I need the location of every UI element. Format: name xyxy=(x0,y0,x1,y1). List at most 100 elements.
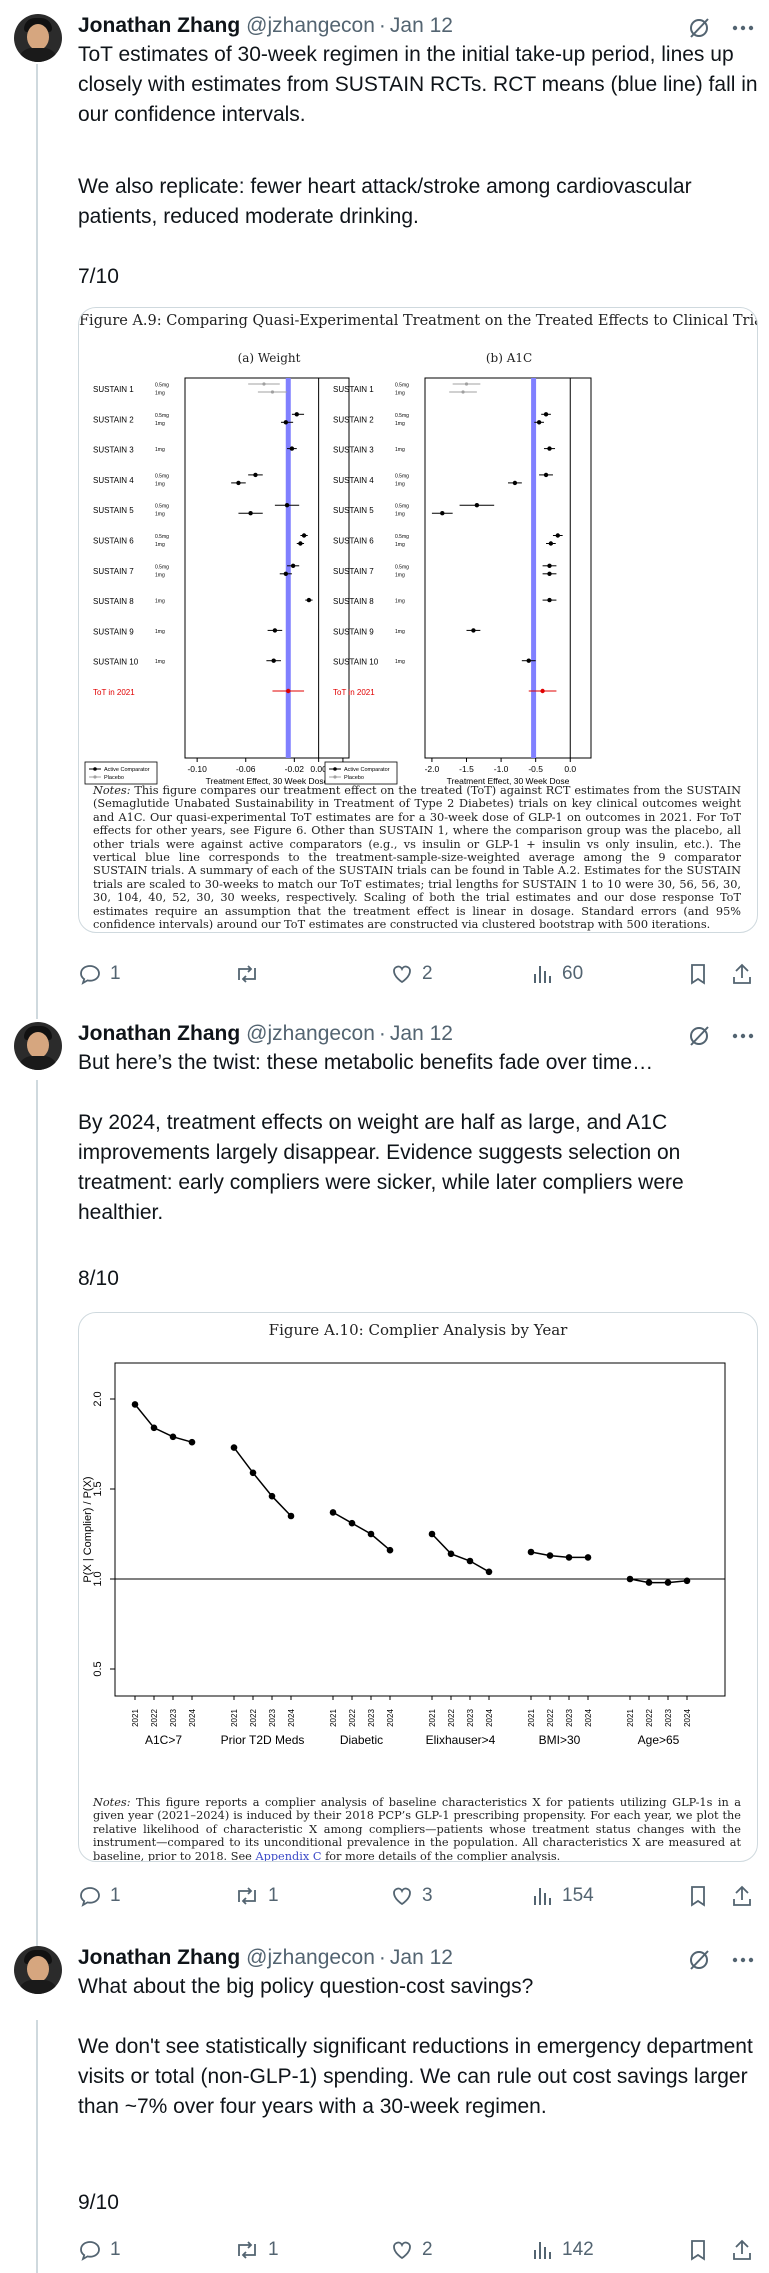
x-tick-label: 2021 xyxy=(230,1709,239,1727)
reply-button[interactable]: 1 xyxy=(78,2236,121,2264)
share-button[interactable] xyxy=(730,960,754,988)
avatar[interactable] xyxy=(14,1022,62,1070)
estimate-point xyxy=(271,658,276,663)
x-tick-label: 2022 xyxy=(546,1709,555,1727)
timestamp[interactable]: Jan 12 xyxy=(390,14,453,38)
like-button[interactable]: 2 xyxy=(390,2236,433,2264)
notes-text: This figure compares our treatment effec… xyxy=(93,784,741,932)
x-tick-label: -0.10 xyxy=(187,764,207,774)
dose-label: 1mg xyxy=(155,421,165,427)
estimate-point xyxy=(298,541,303,546)
estimate-point xyxy=(253,472,258,478)
author-handle[interactable]: @jzhangecon xyxy=(246,1946,375,1970)
row-label: ToT in 2021 xyxy=(333,688,375,697)
data-point xyxy=(664,1579,672,1586)
dose-label: 1mg xyxy=(155,572,165,578)
share-button[interactable] xyxy=(730,2236,754,2264)
share-button[interactable] xyxy=(730,1882,754,1910)
author-handle[interactable]: @jzhangecon xyxy=(246,1022,375,1046)
figure-a9-image[interactable]: Figure A.9: Comparing Quasi-Experimental… xyxy=(78,307,758,933)
avatar[interactable] xyxy=(14,1946,62,1994)
reply-button[interactable]: 1 xyxy=(78,960,121,988)
repost-button[interactable]: 1 xyxy=(234,1882,279,1910)
legend-label: Placebo xyxy=(104,775,124,781)
bookmark-button[interactable] xyxy=(687,1882,709,1910)
legend-marker-active xyxy=(93,767,97,771)
estimate-point xyxy=(236,480,241,486)
dose-label: 1mg xyxy=(395,421,405,427)
estimate-point xyxy=(294,412,299,417)
dose-label: 1mg xyxy=(395,391,405,397)
row-label: SUSTAIN 8 xyxy=(93,597,134,606)
like-button[interactable]: 3 xyxy=(390,1882,433,1910)
bookmark-button[interactable] xyxy=(687,960,709,988)
thread-counter: 7/10 xyxy=(78,265,119,288)
figure-title: Figure A.10: Complier Analysis by Year xyxy=(268,1321,568,1339)
tweet[interactable]: Jonathan Zhang @jzhangecon · Jan 12 ToT … xyxy=(0,14,769,994)
repost-count: 1 xyxy=(268,2239,279,2260)
row-label: SUSTAIN 7 xyxy=(93,567,134,576)
x-tick-label: 2021 xyxy=(131,1709,140,1727)
figure-a10-image[interactable]: Figure A.10: Complier Analysis by Year 0… xyxy=(78,1312,758,1862)
views-button[interactable]: 142 xyxy=(532,2236,594,2264)
row-label: SUSTAIN 1 xyxy=(333,385,374,394)
legend-label: Active Comparator xyxy=(344,767,390,773)
x-tick-label: 2023 xyxy=(367,1709,376,1727)
author-handle[interactable]: @jzhangecon xyxy=(246,14,375,38)
action-bar: 1 1 3 154 xyxy=(78,1882,758,1910)
rct-mean-line xyxy=(285,378,291,758)
timestamp[interactable]: Jan 12 xyxy=(390,1022,453,1046)
reply-button[interactable]: 1 xyxy=(78,1882,121,1910)
author-name[interactable]: Jonathan Zhang xyxy=(78,1022,240,1046)
like-button[interactable]: 2 xyxy=(390,960,433,988)
estimate-point xyxy=(540,688,545,694)
timestamp[interactable]: Jan 12 xyxy=(390,1946,453,1970)
tweet-text: We don't see statistically significant r… xyxy=(78,2035,759,2118)
bookmark-icon xyxy=(687,962,709,986)
data-point xyxy=(150,1424,158,1432)
plot-frame xyxy=(184,377,350,759)
x-tick-label: -1.0 xyxy=(494,764,509,774)
tweet[interactable]: Jonathan Zhang @jzhangecon · Jan 12 What… xyxy=(0,1946,769,2273)
views-icon xyxy=(532,962,554,986)
author-name[interactable]: Jonathan Zhang xyxy=(78,1946,240,1970)
group-label: A1C>7 xyxy=(145,1733,182,1747)
repost-button[interactable]: 1 xyxy=(234,2236,279,2264)
share-icon xyxy=(730,2238,754,2262)
author-name[interactable]: Jonathan Zhang xyxy=(78,14,240,38)
group-label: Diabetic xyxy=(340,1733,383,1747)
share-icon xyxy=(730,962,754,986)
tweet[interactable]: Jonathan Zhang @jzhangecon · Jan 12 But … xyxy=(0,1022,769,1922)
dose-label: 0.5mg xyxy=(155,564,169,570)
series-line xyxy=(134,1403,193,1443)
views-button[interactable]: 154 xyxy=(532,1882,594,1910)
bookmark-icon xyxy=(687,1884,709,1908)
dose-label: 1mg xyxy=(395,512,405,518)
estimate-point xyxy=(547,571,552,576)
avatar[interactable] xyxy=(14,14,62,62)
appendix-link[interactable]: Appendix C xyxy=(255,1850,321,1861)
data-point xyxy=(268,1492,276,1500)
repost-count: 1 xyxy=(268,1885,279,1906)
legend-label: Active Comparator xyxy=(104,767,150,773)
x-tick-label: -0.5 xyxy=(528,764,543,774)
dose-label: 0.5mg xyxy=(395,564,409,570)
bookmark-button[interactable] xyxy=(687,2236,709,2264)
estimate-point xyxy=(461,390,465,394)
row-label: SUSTAIN 8 xyxy=(333,597,374,606)
x-tick-label: 2024 xyxy=(584,1709,593,1727)
row-label: SUSTAIN 5 xyxy=(93,506,134,515)
dose-label: 0.5mg xyxy=(155,473,169,479)
dose-label: 1mg xyxy=(395,447,405,453)
repost-button[interactable] xyxy=(234,960,268,988)
dose-label: 0.5mg xyxy=(395,504,409,510)
views-button[interactable]: 60 xyxy=(532,960,583,988)
data-point xyxy=(546,1552,554,1559)
estimate-point xyxy=(471,628,476,633)
y-tick-label: 0.5 xyxy=(92,1661,104,1676)
estimate-point xyxy=(262,382,266,386)
data-point xyxy=(626,1575,634,1583)
like-icon xyxy=(390,962,414,986)
dose-label: 0.5mg xyxy=(395,383,409,389)
tweet-header: Jonathan Zhang @jzhangecon · Jan 12 xyxy=(78,1022,453,1046)
